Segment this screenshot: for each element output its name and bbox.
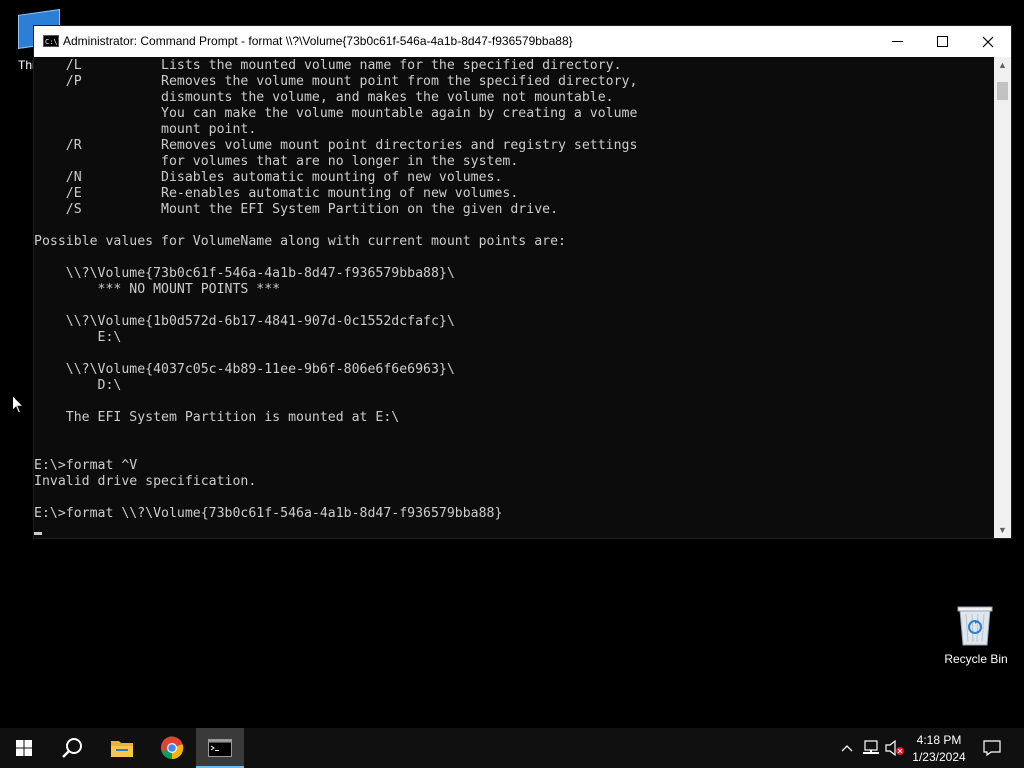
vertical-scrollbar[interactable]: ▲ ▼ <box>994 57 1011 538</box>
search-button[interactable] <box>48 728 96 768</box>
chrome-taskbar-button[interactable] <box>148 728 196 768</box>
command-prompt-taskbar-button[interactable] <box>196 728 244 768</box>
command-prompt-window[interactable]: C:\ Administrator: Command Prompt - form… <box>34 26 1011 538</box>
network-icon <box>863 740 879 754</box>
scroll-thumb[interactable] <box>997 82 1008 100</box>
scroll-down-arrow-icon[interactable]: ▼ <box>994 522 1011 538</box>
volume-muted-icon <box>885 740 904 756</box>
search-icon <box>62 738 82 758</box>
folder-icon <box>111 741 133 757</box>
clock-time: 4:18 PM <box>916 733 962 747</box>
start-button[interactable] <box>0 728 48 768</box>
volume-tray-button[interactable] <box>884 728 906 768</box>
file-explorer-taskbar-button[interactable] <box>98 728 146 768</box>
mouse-pointer-icon <box>12 395 24 414</box>
window-title: Administrator: Command Prompt - format \… <box>63 34 573 48</box>
scroll-up-arrow-icon[interactable]: ▲ <box>994 57 1011 73</box>
network-tray-button[interactable] <box>860 728 882 768</box>
chrome-icon <box>160 736 184 760</box>
window-titlebar[interactable]: C:\ Administrator: Command Prompt - form… <box>34 26 1011 57</box>
windows-logo-icon <box>16 740 32 756</box>
close-button[interactable] <box>965 26 1011 57</box>
maximize-icon <box>936 36 948 47</box>
action-center-button[interactable] <box>980 728 1004 768</box>
recycle-bin-label: Recycle Bin <box>944 652 1008 666</box>
clock-date: 1/23/2024 <box>912 750 966 764</box>
chevron-up-icon <box>841 745 853 752</box>
this-pc-label: Thi <box>18 58 35 72</box>
recycle-bin-desktop-icon[interactable]: Recycle Bin <box>940 600 1012 672</box>
maximize-button[interactable] <box>919 26 965 57</box>
notification-icon <box>983 740 1001 756</box>
taskbar-clock[interactable]: 4:18 PM 1/23/2024 <box>906 730 972 766</box>
cmd-app-icon: C:\ <box>43 35 59 47</box>
console-output-area[interactable]: /L Lists the mounted volume name for the… <box>34 57 994 538</box>
show-hidden-icons-button[interactable] <box>838 728 856 768</box>
recycle-bin-icon <box>957 606 993 646</box>
minimize-button[interactable] <box>874 26 920 57</box>
console-text: /L Lists the mounted volume name for the… <box>34 58 638 521</box>
close-icon <box>982 36 994 47</box>
command-prompt-icon <box>208 739 232 757</box>
taskbar: 4:18 PM 1/23/2024 <box>0 728 1024 768</box>
text-cursor <box>34 532 42 535</box>
minimize-icon <box>891 41 903 42</box>
